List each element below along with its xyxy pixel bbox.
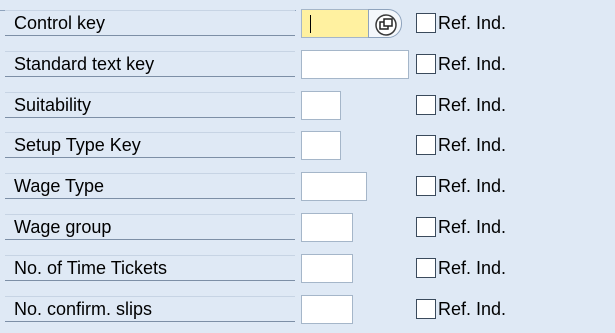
wage-type-ref-ind-checkbox[interactable] <box>416 176 436 196</box>
value-help-icon <box>375 14 397 36</box>
setup-type-key-ref-ind-label: Ref. Ind. <box>438 135 507 155</box>
standard-text-key-field[interactable] <box>301 50 409 79</box>
form-row-confirm-slips: No. confirm. slips Ref. Ind. <box>0 293 615 325</box>
wage-type-ref-ind-label: Ref. Ind. <box>438 176 507 196</box>
time-tickets-ref-ind-label: Ref. Ind. <box>438 258 507 278</box>
wage-group-label: Wage group <box>5 214 295 240</box>
suitability-ref-ind-checkbox[interactable] <box>416 95 436 115</box>
form-row-wage-type: Wage Type Ref. Ind. <box>0 170 615 202</box>
control-key-ref-ind-checkbox[interactable] <box>416 13 436 33</box>
suitability-ref-ind-label: Ref. Ind. <box>438 95 507 115</box>
setup-type-key-ref-ind-checkbox[interactable] <box>416 135 436 155</box>
setup-type-key-label: Setup Type Key <box>5 132 295 158</box>
time-tickets-label: No. of Time Tickets <box>5 255 295 281</box>
wage-group-ref-ind-label: Ref. Ind. <box>438 217 507 237</box>
confirm-slips-field[interactable] <box>301 295 353 324</box>
confirm-slips-ref-ind-label: Ref. Ind. <box>438 299 507 319</box>
form-row-time-tickets: No. of Time Tickets Ref. Ind. <box>0 252 615 284</box>
form-row-setup-type-key: Setup Type Key Ref. Ind. <box>0 129 615 161</box>
wage-type-field[interactable] <box>301 172 367 201</box>
control-key-label: Control key <box>5 10 295 36</box>
standard-text-key-ref-ind-checkbox[interactable] <box>416 54 436 74</box>
form-row-control-key: Control key Ref. Ind. <box>0 7 615 39</box>
wage-type-label: Wage Type <box>5 173 295 199</box>
wage-group-field[interactable] <box>301 213 353 242</box>
suitability-field[interactable] <box>301 91 341 120</box>
control-key-field[interactable] <box>301 9 369 38</box>
control-key-ref-ind-label: Ref. Ind. <box>438 13 507 33</box>
confirm-slips-label: No. confirm. slips <box>5 296 295 322</box>
setup-type-key-field[interactable] <box>301 131 341 160</box>
time-tickets-ref-ind-checkbox[interactable] <box>416 258 436 278</box>
text-cursor <box>310 15 311 33</box>
standard-text-key-label: Standard text key <box>5 51 295 77</box>
control-key-value-help-button[interactable] <box>368 9 402 38</box>
form-row-suitability: Suitability Ref. Ind. <box>0 89 615 121</box>
suitability-label: Suitability <box>5 92 295 118</box>
standard-text-key-ref-ind-label: Ref. Ind. <box>438 54 507 74</box>
form-row-standard-text-key: Standard text key Ref. Ind. <box>0 48 615 80</box>
confirm-slips-ref-ind-checkbox[interactable] <box>416 299 436 319</box>
time-tickets-field[interactable] <box>301 254 353 283</box>
form-row-wage-group: Wage group Ref. Ind. <box>0 211 615 243</box>
wage-group-ref-ind-checkbox[interactable] <box>416 217 436 237</box>
